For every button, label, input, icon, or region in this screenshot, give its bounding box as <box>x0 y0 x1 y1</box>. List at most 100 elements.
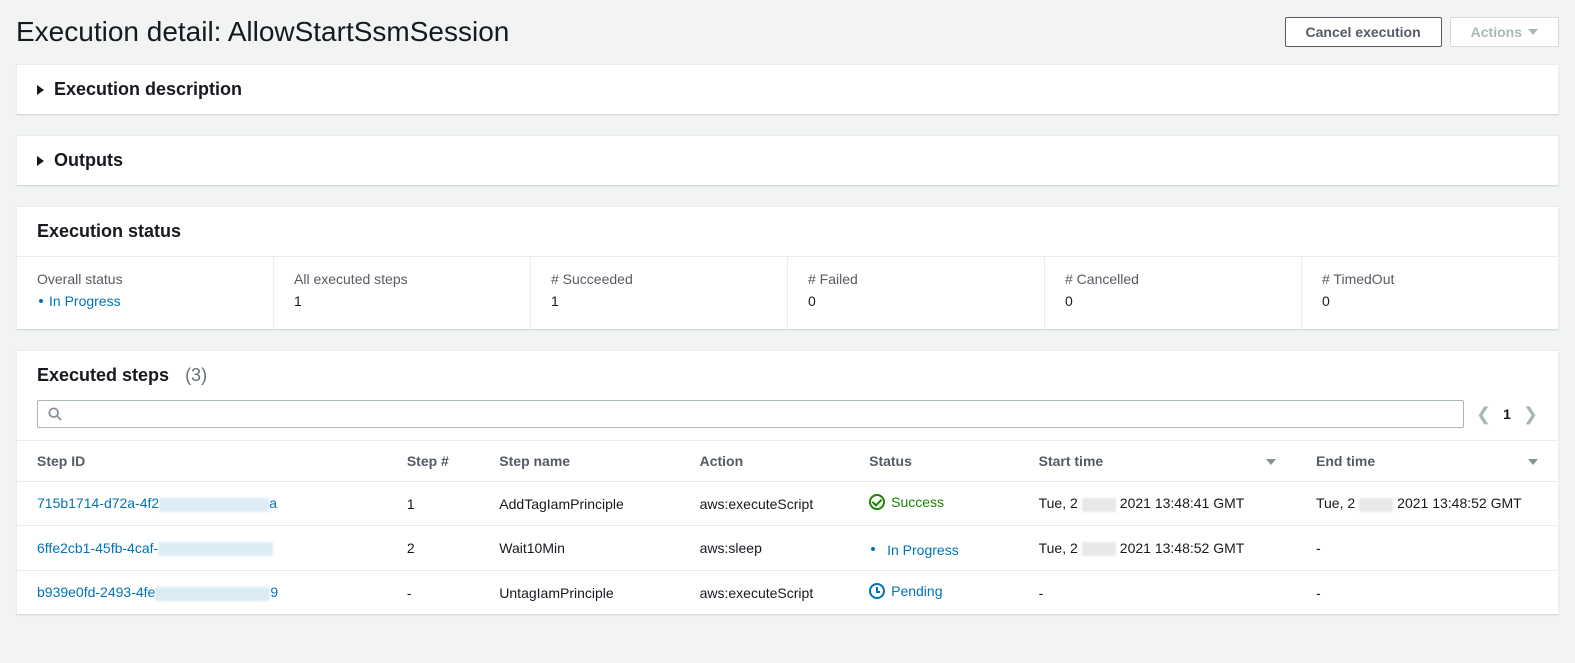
caret-right-icon <box>37 156 44 166</box>
col-end-time[interactable]: End time <box>1296 441 1558 482</box>
execution-description-panel: Execution description <box>16 64 1559 115</box>
col-end-label: End time <box>1316 453 1375 469</box>
step-id-suffix: a <box>269 495 277 511</box>
cancelled-label: # Cancelled <box>1065 271 1281 287</box>
step-name: UntagIamPrinciple <box>479 571 679 615</box>
step-id-link[interactable]: b939e0fd-2493-4fe 9 <box>37 584 278 600</box>
step-num: - <box>387 571 479 615</box>
date-part-b: 2021 13:48:41 GMT <box>1120 495 1245 511</box>
panel-title: Outputs <box>54 150 123 171</box>
overall-status-text: In Progress <box>49 293 121 309</box>
search-icon <box>48 407 62 421</box>
pending-clock-icon <box>869 583 885 599</box>
executed-steps-cell: All executed steps 1 <box>273 257 530 329</box>
succeeded-label: # Succeeded <box>551 271 767 287</box>
status-in-progress: In Progress <box>869 542 959 558</box>
cancelled-value: 0 <box>1065 293 1281 309</box>
date-part-a: Tue, 2 <box>1316 495 1355 511</box>
date-part-a: Tue, 2 <box>1039 540 1078 556</box>
outputs-toggle[interactable]: Outputs <box>17 136 1558 185</box>
col-action[interactable]: Action <box>680 441 850 482</box>
col-start-label: Start time <box>1039 453 1104 469</box>
execution-description-toggle[interactable]: Execution description <box>17 65 1558 114</box>
step-id-link[interactable]: 6ffe2cb1-45fb-4caf- <box>37 540 273 556</box>
overall-status-value: In Progress <box>37 293 253 309</box>
in-progress-icon <box>871 547 875 551</box>
col-start-time[interactable]: Start time <box>1019 441 1296 482</box>
page-number: 1 <box>1503 406 1511 422</box>
redacted-segment <box>1082 498 1116 512</box>
redacted-segment <box>1359 498 1393 512</box>
step-id-link[interactable]: 715b1714-d72a-4f2 a <box>37 495 277 511</box>
search-row: ❮ 1 ❯ <box>17 400 1558 440</box>
table-row: 6ffe2cb1-45fb-4caf- 2 Wait10Min aws:slee… <box>17 526 1558 571</box>
step-id-prefix: 715b1714-d72a-4f2 <box>37 495 159 511</box>
panel-title: Execution description <box>54 79 242 100</box>
pagination: ❮ 1 ❯ <box>1476 404 1538 425</box>
search-input[interactable] <box>37 400 1464 428</box>
date-part-a: Tue, 2 <box>1039 495 1078 511</box>
actions-label: Actions <box>1471 24 1522 40</box>
succeeded-value: 1 <box>551 293 767 309</box>
end-time: - <box>1296 526 1558 571</box>
step-id-suffix: 9 <box>270 584 278 600</box>
start-time: - <box>1019 571 1296 615</box>
header-actions: Cancel execution Actions <box>1285 17 1560 47</box>
failed-label: # Failed <box>808 271 1024 287</box>
execution-status-title: Execution status <box>17 207 1558 256</box>
page-prev-button[interactable]: ❮ <box>1476 404 1491 425</box>
step-name: AddTagIamPrinciple <box>479 482 679 526</box>
page-next-button[interactable]: ❯ <box>1523 404 1538 425</box>
status-text: Success <box>891 494 944 510</box>
outputs-panel: Outputs <box>16 135 1559 186</box>
timedout-value: 0 <box>1322 293 1538 309</box>
end-time: Tue, 2 2021 13:48:52 GMT <box>1296 482 1558 526</box>
caret-right-icon <box>37 85 44 95</box>
succeeded-cell: # Succeeded 1 <box>530 257 787 329</box>
step-num: 2 <box>387 526 479 571</box>
executed-label: All executed steps <box>294 271 510 287</box>
step-action: aws:executeScript <box>680 571 850 615</box>
step-num: 1 <box>387 482 479 526</box>
page-title: Execution detail: AllowStartSsmSession <box>16 16 509 48</box>
executed-steps-panel: Executed steps (3) ❮ 1 ❯ Step ID Step # … <box>16 350 1559 615</box>
step-name: Wait10Min <box>479 526 679 571</box>
actions-dropdown-button[interactable]: Actions <box>1450 17 1559 47</box>
timedout-cell: # TimedOut 0 <box>1301 257 1558 329</box>
table-row: 715b1714-d72a-4f2a 1 AddTagIamPrinciple … <box>17 482 1558 526</box>
executed-value: 1 <box>294 293 510 309</box>
table-header-row: Step ID Step # Step name Action Status S… <box>17 441 1558 482</box>
redacted-segment <box>1082 542 1116 556</box>
date-part-b: 2021 13:48:52 GMT <box>1397 495 1522 511</box>
col-step-id[interactable]: Step ID <box>17 441 387 482</box>
chevron-down-icon <box>1528 29 1538 35</box>
step-id-prefix: b939e0fd-2493-4fe <box>37 584 155 600</box>
redacted-segment <box>158 542 273 556</box>
execution-status-panel: Execution status Overall status In Progr… <box>16 206 1559 330</box>
col-status[interactable]: Status <box>849 441 1019 482</box>
success-check-icon <box>869 494 885 510</box>
executed-steps-header: Executed steps (3) <box>17 351 1558 400</box>
status-pending: Pending <box>869 583 942 599</box>
timedout-label: # TimedOut <box>1322 271 1538 287</box>
start-time: Tue, 2 2021 13:48:41 GMT <box>1019 482 1296 526</box>
cancelled-cell: # Cancelled 0 <box>1044 257 1301 329</box>
col-step-name[interactable]: Step name <box>479 441 679 482</box>
col-step-num[interactable]: Step # <box>387 441 479 482</box>
failed-cell: # Failed 0 <box>787 257 1044 329</box>
overall-status-cell: Overall status In Progress <box>17 257 273 329</box>
executed-steps-title: Executed steps <box>37 365 169 386</box>
status-grid: Overall status In Progress All executed … <box>17 256 1558 329</box>
date-part-b: 2021 13:48:52 GMT <box>1120 540 1245 556</box>
step-action: aws:executeScript <box>680 482 850 526</box>
cancel-execution-button[interactable]: Cancel execution <box>1285 17 1442 47</box>
status-text: Pending <box>891 583 942 599</box>
redacted-segment <box>159 498 269 512</box>
page-header: Execution detail: AllowStartSsmSession C… <box>16 0 1559 64</box>
step-id-prefix: 6ffe2cb1-45fb-4caf- <box>37 540 158 556</box>
executed-steps-count: (3) <box>185 365 207 386</box>
failed-value: 0 <box>808 293 1024 309</box>
table-row: b939e0fd-2493-4fe 9 - UntagIamPrinciple a… <box>17 571 1558 615</box>
in-progress-icon <box>39 299 43 303</box>
sort-caret-icon <box>1528 459 1538 465</box>
